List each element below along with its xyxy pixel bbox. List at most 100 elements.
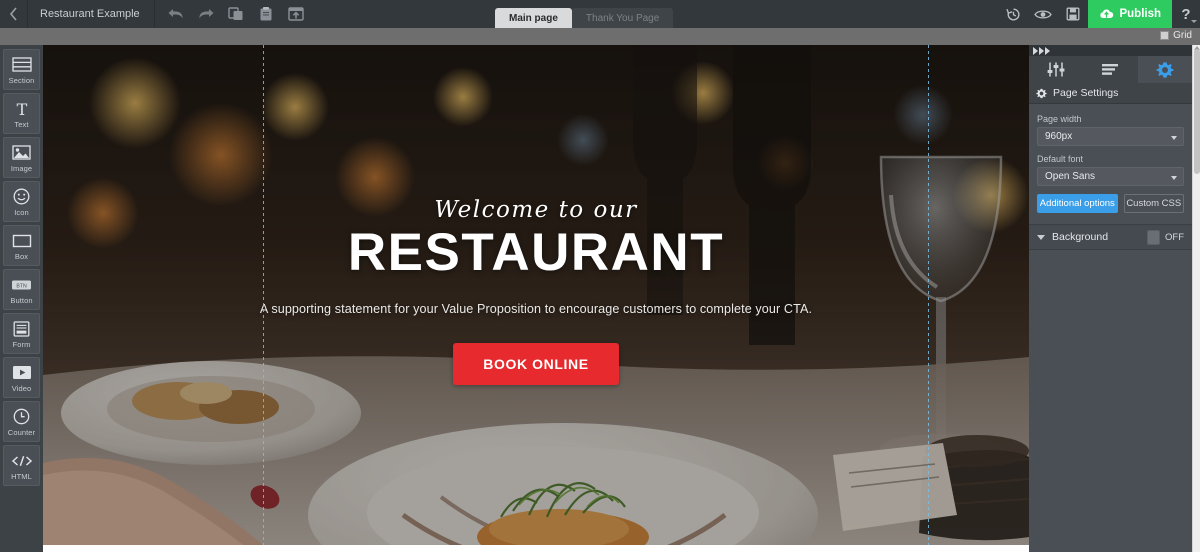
redo-button[interactable]: [191, 0, 221, 28]
additional-options-button[interactable]: Additional options: [1037, 194, 1118, 213]
import-icon: [287, 7, 304, 21]
smiley-icon: [13, 187, 30, 207]
sidebar-item-video[interactable]: Video: [3, 357, 40, 398]
sidebar-item-label: Button: [10, 295, 33, 305]
counter-clock-icon: [13, 407, 30, 427]
page-width-value: 960px: [1045, 131, 1073, 142]
background-accordion[interactable]: Background OFF: [1029, 224, 1192, 250]
background-toggle-state: OFF: [1165, 231, 1184, 243]
preview-button[interactable]: [1028, 0, 1058, 28]
chevron-down-icon: [1171, 176, 1177, 180]
tab-main-page[interactable]: Main page: [495, 8, 572, 28]
default-font-select[interactable]: Open Sans: [1037, 167, 1184, 186]
help-button[interactable]: ?: [1172, 0, 1200, 28]
redo-icon: [199, 9, 214, 19]
chevron-left-icon: [9, 7, 17, 21]
history-button[interactable]: [998, 0, 1028, 28]
background-toggle[interactable]: OFF: [1147, 229, 1184, 245]
publish-button[interactable]: Publish: [1088, 0, 1172, 28]
sidebar-item-form[interactable]: Form: [3, 313, 40, 354]
video-icon: [12, 363, 32, 383]
project-title: Restaurant Example: [28, 0, 155, 28]
sidebar-item-section[interactable]: Section: [3, 49, 40, 90]
back-button[interactable]: [0, 0, 28, 28]
sidebar-item-label: Text: [14, 119, 29, 129]
sidebar-item-image[interactable]: Image: [3, 137, 40, 178]
arrow-right-icon: [1039, 46, 1044, 55]
help-label: ?: [1181, 5, 1191, 23]
sidebar-item-label: Form: [12, 339, 31, 349]
hero-subtitle[interactable]: A supporting statement for your Value Pr…: [260, 302, 812, 316]
paste-button[interactable]: [251, 0, 281, 28]
custom-css-button[interactable]: Custom CSS: [1123, 194, 1184, 213]
tab-thank-you-page[interactable]: Thank You Page: [571, 8, 674, 28]
history-icon: [1006, 7, 1020, 20]
page-scrollbar[interactable]: [1192, 45, 1200, 552]
sidebar-item-html[interactable]: HTML: [3, 445, 40, 486]
save-disk-icon: [1067, 7, 1080, 21]
text-icon: T: [13, 99, 31, 119]
undo-button[interactable]: [161, 0, 191, 28]
panel-tabs: [1029, 56, 1192, 83]
sliders-icon: [1047, 62, 1065, 77]
top-right-actions: Publish ?: [998, 0, 1200, 28]
grid-toggle[interactable]: Grid: [1160, 30, 1192, 41]
book-online-button[interactable]: BOOK ONLINE: [453, 342, 619, 385]
page-width-select[interactable]: 960px: [1037, 127, 1184, 146]
preview-eye-icon: [1034, 9, 1053, 19]
import-button[interactable]: [281, 0, 311, 28]
svg-text:BTN: BTN: [16, 283, 27, 289]
box-icon: [12, 231, 32, 251]
sidebar-item-label: Image: [10, 163, 33, 173]
panel-collapse-arrows[interactable]: [1029, 45, 1192, 56]
paste-icon: [260, 7, 272, 21]
hero-title[interactable]: RESTAURANT: [348, 225, 724, 281]
section-icon: [11, 55, 32, 75]
sidebar-item-box[interactable]: Box: [3, 225, 40, 266]
grid-checkbox[interactable]: [1160, 31, 1170, 40]
right-settings-panel: Page Settings Page width 960px Default f…: [1029, 45, 1192, 552]
tab-page-settings[interactable]: [1137, 56, 1192, 83]
copy-icon: [227, 7, 243, 20]
sidebar-item-label: Video: [11, 383, 32, 393]
chevron-down-icon: [1171, 136, 1177, 140]
tab-element-settings[interactable]: [1029, 56, 1083, 83]
default-font-value: Open Sans: [1045, 171, 1096, 182]
gear-icon: [1036, 88, 1047, 98]
sidebar-item-button[interactable]: BTN Button: [3, 269, 40, 310]
canvas-bottom-strip: [43, 545, 1029, 552]
sidebar-item-text[interactable]: T Text: [3, 93, 40, 134]
scrollbar-thumb[interactable]: [1194, 49, 1200, 174]
undo-icon: [168, 9, 183, 19]
hero-kicker[interactable]: Welcome to our: [434, 197, 637, 223]
code-icon: [11, 451, 33, 471]
sidebar-item-label: Icon: [14, 207, 29, 217]
canvas-subbar: Grid: [0, 28, 1200, 45]
page-width-label: Page width: [1037, 114, 1082, 124]
panel-title: Page Settings: [1053, 87, 1119, 99]
svg-text:T: T: [16, 101, 27, 117]
tab-layers[interactable]: [1083, 56, 1137, 83]
panel-header: Page Settings: [1029, 83, 1192, 104]
panel-button-row: Additional options Custom CSS: [1037, 194, 1184, 213]
grid-label: Grid: [1173, 30, 1192, 41]
save-button[interactable]: [1058, 0, 1088, 28]
copy-button[interactable]: [221, 0, 251, 28]
form-icon: [13, 319, 30, 339]
sidebar-item-label: Section: [8, 75, 35, 85]
sidebar-item-counter[interactable]: Counter: [3, 401, 40, 442]
publish-label: Publish: [1119, 8, 1161, 20]
background-label: Background: [1052, 231, 1109, 243]
hero-content: Welcome to our RESTAURANT A supporting s…: [43, 45, 1029, 545]
layers-list-icon: [1102, 64, 1119, 75]
page-tabs: Main page Thank You Page: [495, 0, 674, 28]
button-icon: BTN: [11, 275, 32, 295]
website-builder-app: Restaurant Example Main page Thank You P…: [0, 0, 1200, 552]
panel-body: Page width 960px Default font Open Sans …: [1029, 104, 1192, 250]
arrow-right-icon: [1033, 46, 1038, 55]
hero-section[interactable]: Welcome to our RESTAURANT A supporting s…: [43, 45, 1029, 545]
sidebar-item-icon[interactable]: Icon: [3, 181, 40, 222]
page-canvas[interactable]: Welcome to our RESTAURANT A supporting s…: [43, 45, 1029, 552]
image-icon: [12, 143, 31, 163]
gear-icon: [1156, 61, 1174, 78]
